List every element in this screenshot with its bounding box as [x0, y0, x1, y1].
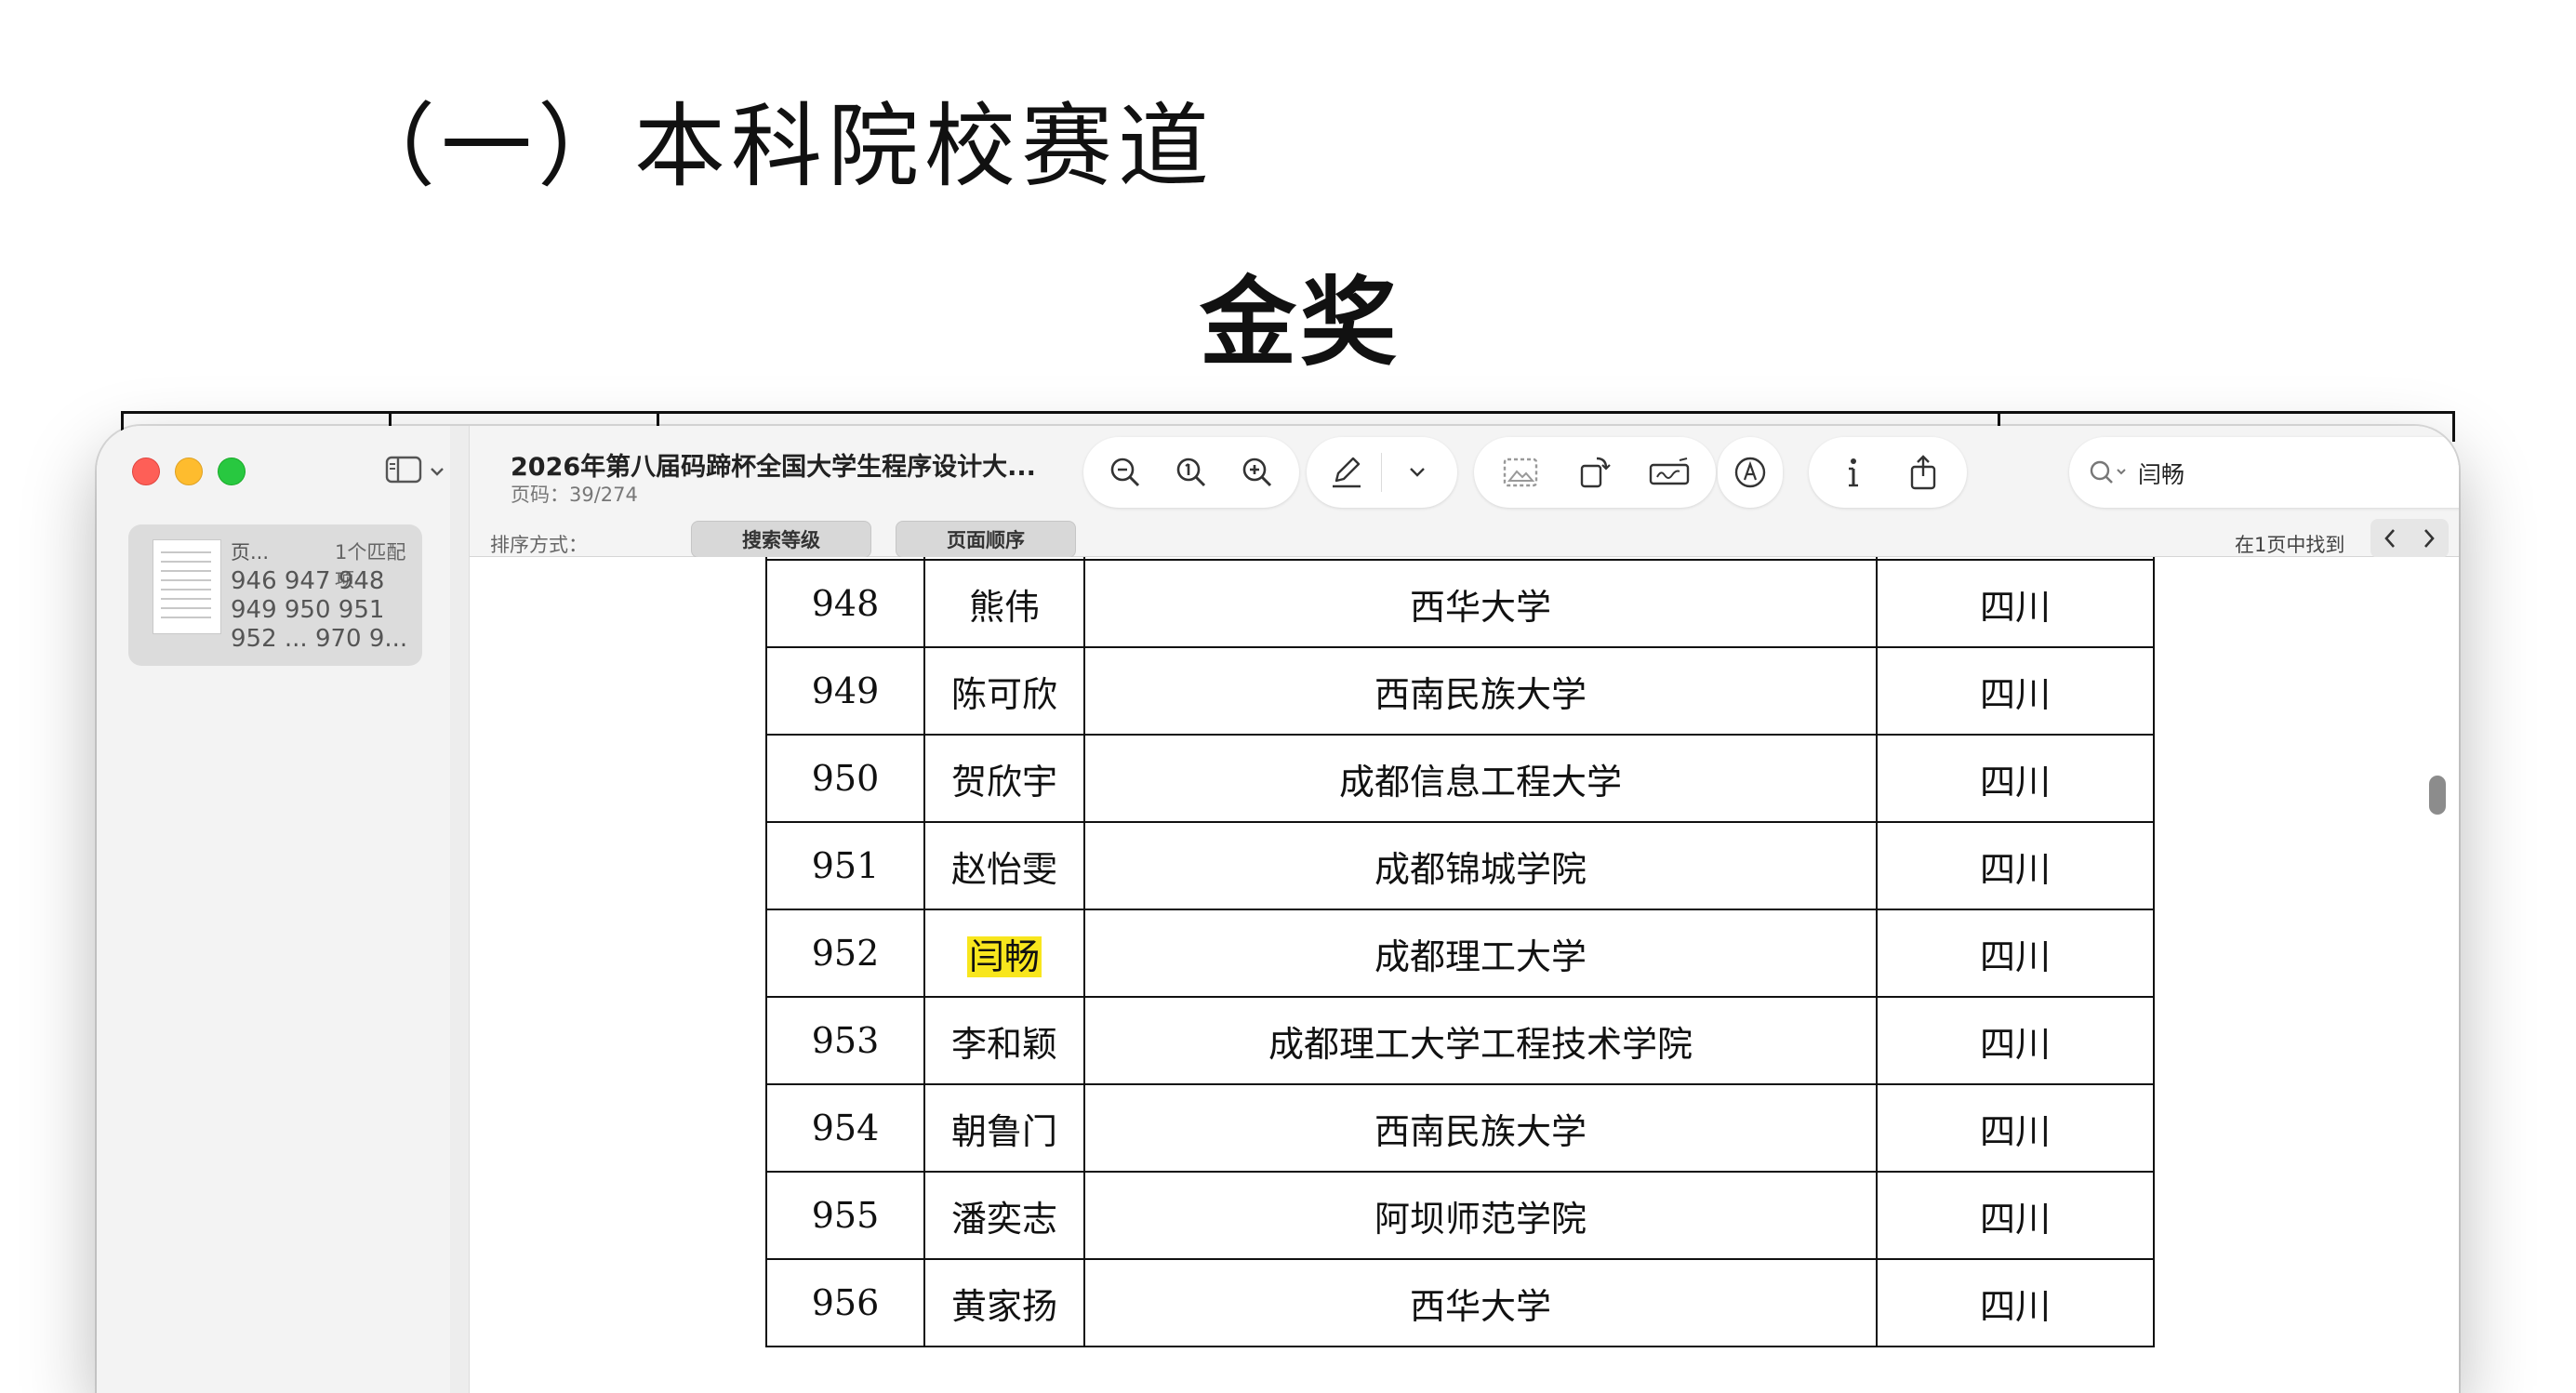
row-name: 赵怡雯 — [923, 821, 1085, 910]
search-field — [2069, 437, 2459, 508]
zoom-controls — [1083, 437, 1299, 508]
next-result-icon[interactable] — [2410, 519, 2449, 558]
row-school: 西南民族大学 — [1083, 1083, 1878, 1173]
document-view[interactable]: 947吴佳奇成都理工大学四川948熊伟西华大学四川949陈可欣西南民族大学四川9… — [470, 557, 2459, 1393]
row-number: 954 — [765, 1083, 925, 1173]
zoom-to-fit-icon[interactable] — [1165, 446, 1217, 498]
row-school: 成都理工大学 — [1083, 909, 1878, 998]
image-select-icon[interactable] — [1494, 446, 1547, 498]
row-province: 四川 — [1876, 734, 2155, 823]
edit-controls — [1474, 437, 1716, 508]
row-number: 953 — [765, 996, 925, 1085]
zoom-in-icon[interactable] — [1231, 446, 1283, 498]
info-icon[interactable] — [1827, 446, 1879, 498]
sort-by-label: 排序方式： — [490, 534, 588, 556]
table-row: 955 潘奕志 阿坝师范学院 四川 — [765, 1171, 2155, 1260]
row-name: 李和颖 — [923, 996, 1085, 1085]
rotate-icon[interactable] — [1569, 446, 1621, 498]
annotate-control — [1718, 437, 1783, 508]
chevron-down-icon — [430, 463, 445, 481]
result-navigation — [2370, 519, 2449, 558]
row-school: 成都理工大学工程技术学院 — [1083, 996, 1878, 1085]
row-name: 潘奕志 — [923, 1171, 1085, 1260]
annotate-icon[interactable] — [1724, 446, 1776, 498]
previous-result-icon[interactable] — [2370, 519, 2410, 558]
signature-icon[interactable] — [1643, 446, 1695, 498]
table-row: 948 熊伟 西华大学 四川 — [765, 559, 2155, 648]
minimize-button[interactable] — [175, 458, 203, 485]
table-row: 952 闫畅 成都理工大学 四川 — [765, 909, 2155, 998]
search-input[interactable] — [2136, 454, 2459, 493]
row-province: 四川 — [1876, 559, 2155, 648]
page-indicator: 页码：39/274 — [511, 484, 638, 506]
row-name: 熊伟 — [923, 559, 1085, 648]
row-province: 四川 — [1876, 646, 2155, 736]
row-name: 闫畅 — [923, 909, 1085, 998]
row-school: 阿坝师范学院 — [1083, 1171, 1878, 1260]
close-button[interactable] — [132, 458, 160, 485]
row-name: 贺欣宇 — [923, 734, 1085, 823]
sidebar-icon — [385, 456, 422, 487]
row-school: 西南民族大学 — [1083, 646, 1878, 736]
search-match-highlight: 闫畅 — [966, 935, 1042, 977]
markup-pen-icon[interactable] — [1321, 446, 1373, 498]
sort-by-page-order-button[interactable]: 页面顺序 — [896, 521, 1076, 558]
table-row: 956 黄家扬 西华大学 四川 — [765, 1258, 2155, 1347]
sidebar-toggle-button[interactable] — [385, 456, 450, 487]
sidebar: 页... 1个匹配项 946 947 948 949 950 951 952 .… — [97, 426, 470, 1393]
award-table: 947吴佳奇成都理工大学四川948熊伟西华大学四川949陈可欣西南民族大学四川9… — [765, 557, 2155, 1347]
row-name: 陈可欣 — [923, 646, 1085, 736]
search-icon[interactable] — [2082, 446, 2134, 498]
row-school: 成都信息工程大学 — [1083, 734, 1878, 823]
row-province: 四川 — [1876, 1083, 2155, 1173]
maximize-button[interactable] — [218, 458, 246, 485]
row-number: 955 — [765, 1171, 925, 1260]
toolbar: 2026年第八届码蹄杯全国大学生程序设计大... 页码：39/274 闫畅 排序… — [470, 426, 2459, 558]
sort-by-search-rank-button[interactable]: 搜索等级 — [691, 521, 871, 558]
row-school: 成都锦城学院 — [1083, 821, 1878, 910]
page-thumbnail — [153, 539, 221, 634]
markup-chevron-down-icon[interactable] — [1391, 446, 1443, 498]
table-row: 954 朝鲁门 西南民族大学 四川 — [765, 1083, 2155, 1173]
row-name: 黄家扬 — [923, 1258, 1085, 1347]
row-province: 四川 — [1876, 996, 2155, 1085]
row-number: 950 — [765, 734, 925, 823]
row-number: 951 — [765, 821, 925, 910]
document-subheading: 金奖 — [1200, 265, 1401, 379]
zoom-out-icon[interactable] — [1099, 446, 1151, 498]
markup-controls — [1307, 437, 1457, 508]
preview-window: 页... 1个匹配项 946 947 948 949 950 951 952 .… — [97, 426, 2459, 1393]
table-row: 950 贺欣宇 成都信息工程大学 四川 — [765, 734, 2155, 823]
row-province: 四川 — [1876, 909, 2155, 998]
info-share-controls — [1809, 437, 1967, 508]
found-count-label: 在1页中找到 — [2235, 534, 2345, 556]
document-title: 2026年第八届码蹄杯全国大学生程序设计大... — [511, 453, 1036, 482]
table-row: 953 李和颖 成都理工大学工程技术学院 四川 — [765, 996, 2155, 1085]
row-school: 西华大学 — [1083, 559, 1878, 648]
row-number: 952 — [765, 909, 925, 998]
row-province: 四川 — [1876, 1258, 2155, 1347]
result-title: 页... — [231, 541, 270, 564]
sidebar-scroll-track[interactable] — [450, 426, 469, 1393]
search-result-item[interactable]: 页... 1个匹配项 946 947 948 949 950 951 952 .… — [128, 524, 422, 666]
row-province: 四川 — [1876, 821, 2155, 910]
row-province: 四川 — [1876, 1171, 2155, 1260]
row-number: 949 — [765, 646, 925, 736]
table-row: 951 赵怡雯 成都锦城学院 四川 — [765, 821, 2155, 910]
document-heading: （一）本科院校赛道 — [344, 94, 1215, 200]
share-icon[interactable] — [1897, 446, 1949, 498]
table-row: 949 陈可欣 西南民族大学 四川 — [765, 646, 2155, 736]
row-name: 朝鲁门 — [923, 1083, 1085, 1173]
row-number: 956 — [765, 1258, 925, 1347]
vertical-scroll-thumb[interactable] — [2429, 776, 2446, 815]
result-snippet: 946 947 948 949 950 951 952 ... 970 9... — [231, 567, 408, 653]
row-school: 西华大学 — [1083, 1258, 1878, 1347]
row-number: 948 — [765, 559, 925, 648]
